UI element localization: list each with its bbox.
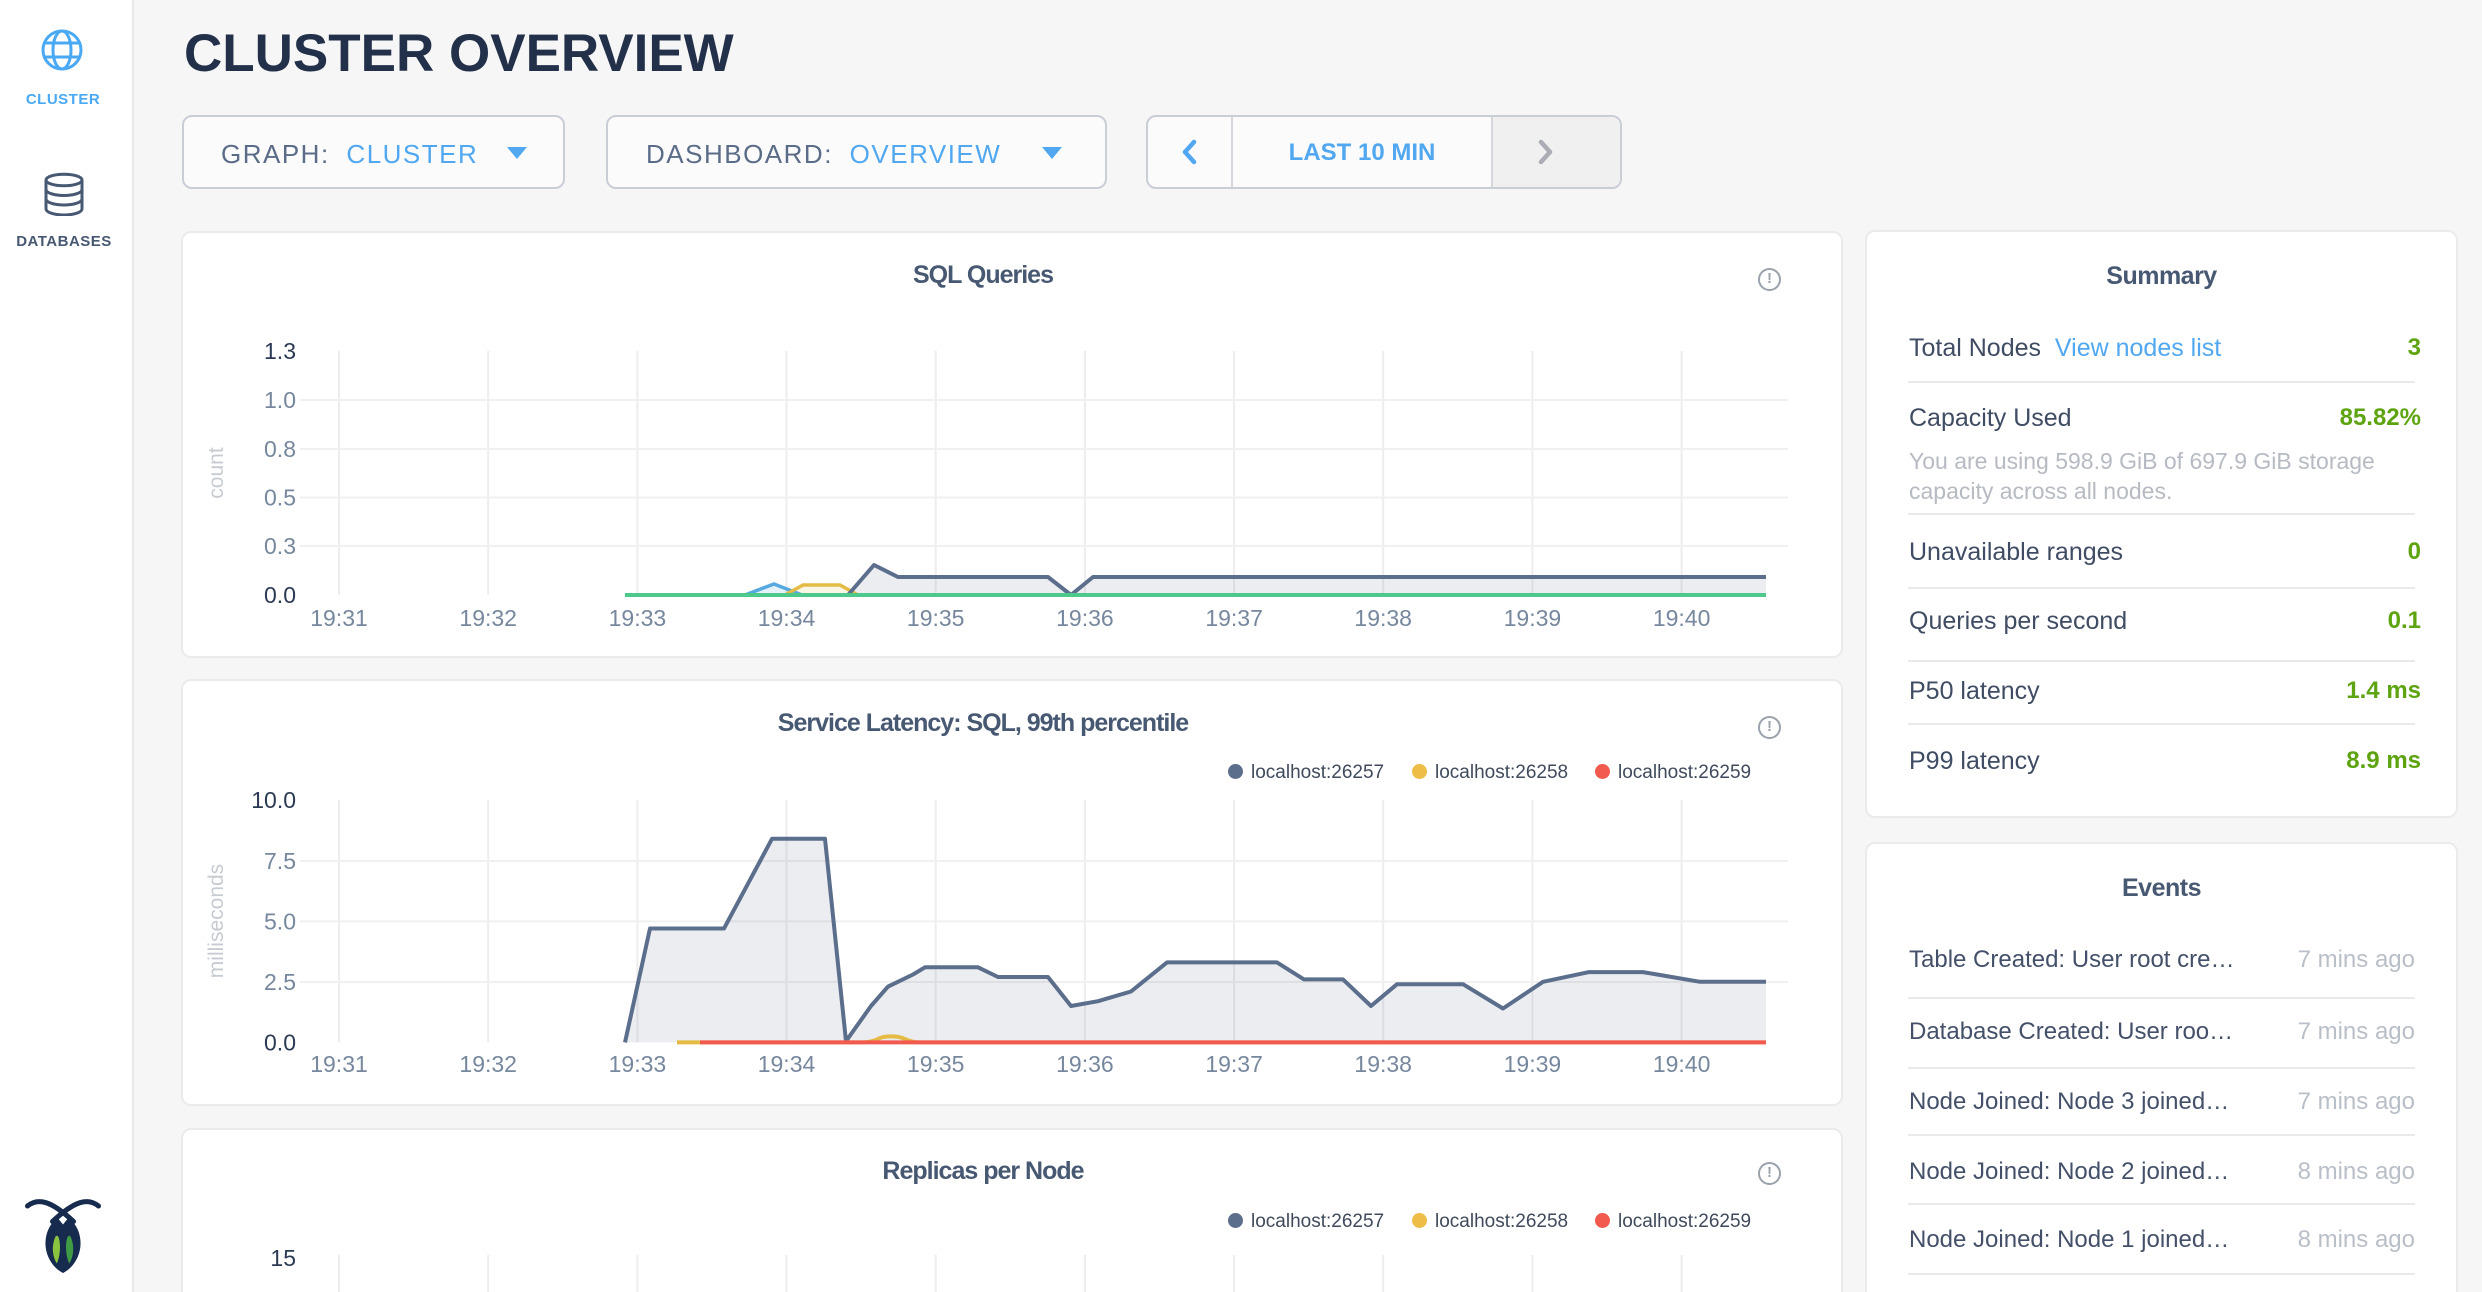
svg-text:5.0: 5.0 bbox=[264, 908, 296, 934]
svg-text:19:38: 19:38 bbox=[1354, 1051, 1412, 1077]
svg-text:19:36: 19:36 bbox=[1056, 1051, 1114, 1077]
svg-text:0.0: 0.0 bbox=[264, 582, 296, 608]
svg-text:19:40: 19:40 bbox=[1653, 605, 1711, 631]
svg-text:19:32: 19:32 bbox=[459, 605, 517, 631]
svg-text:19:37: 19:37 bbox=[1205, 1051, 1263, 1077]
svg-text:19:35: 19:35 bbox=[907, 605, 965, 631]
svg-text:milliseconds: milliseconds bbox=[205, 864, 228, 978]
svg-text:19:34: 19:34 bbox=[758, 1051, 816, 1077]
svg-text:1.0: 1.0 bbox=[264, 387, 296, 413]
svg-text:2.5: 2.5 bbox=[264, 969, 296, 995]
svg-text:19:36: 19:36 bbox=[1056, 605, 1114, 631]
svg-text:0.8: 0.8 bbox=[264, 436, 296, 462]
svg-text:19:40: 19:40 bbox=[1653, 1051, 1711, 1077]
svg-text:0.0: 0.0 bbox=[264, 1029, 296, 1055]
svg-text:7.5: 7.5 bbox=[264, 848, 296, 874]
svg-text:19:34: 19:34 bbox=[758, 605, 816, 631]
svg-text:19:38: 19:38 bbox=[1354, 605, 1412, 631]
svg-text:19:39: 19:39 bbox=[1504, 605, 1562, 631]
svg-text:19:39: 19:39 bbox=[1504, 1051, 1562, 1077]
svg-text:19:31: 19:31 bbox=[310, 1051, 368, 1077]
svg-text:19:37: 19:37 bbox=[1205, 605, 1263, 631]
svg-text:19:33: 19:33 bbox=[609, 1051, 667, 1077]
svg-text:15: 15 bbox=[270, 1245, 296, 1271]
svg-text:count: count bbox=[205, 447, 228, 499]
svg-text:1.3: 1.3 bbox=[264, 338, 296, 364]
svg-text:0.3: 0.3 bbox=[264, 533, 296, 559]
svg-text:19:31: 19:31 bbox=[310, 605, 368, 631]
svg-text:0.5: 0.5 bbox=[264, 485, 296, 511]
svg-text:19:35: 19:35 bbox=[907, 1051, 965, 1077]
svg-text:19:32: 19:32 bbox=[459, 1051, 517, 1077]
svg-text:10.0: 10.0 bbox=[251, 787, 296, 813]
svg-text:19:33: 19:33 bbox=[609, 605, 667, 631]
